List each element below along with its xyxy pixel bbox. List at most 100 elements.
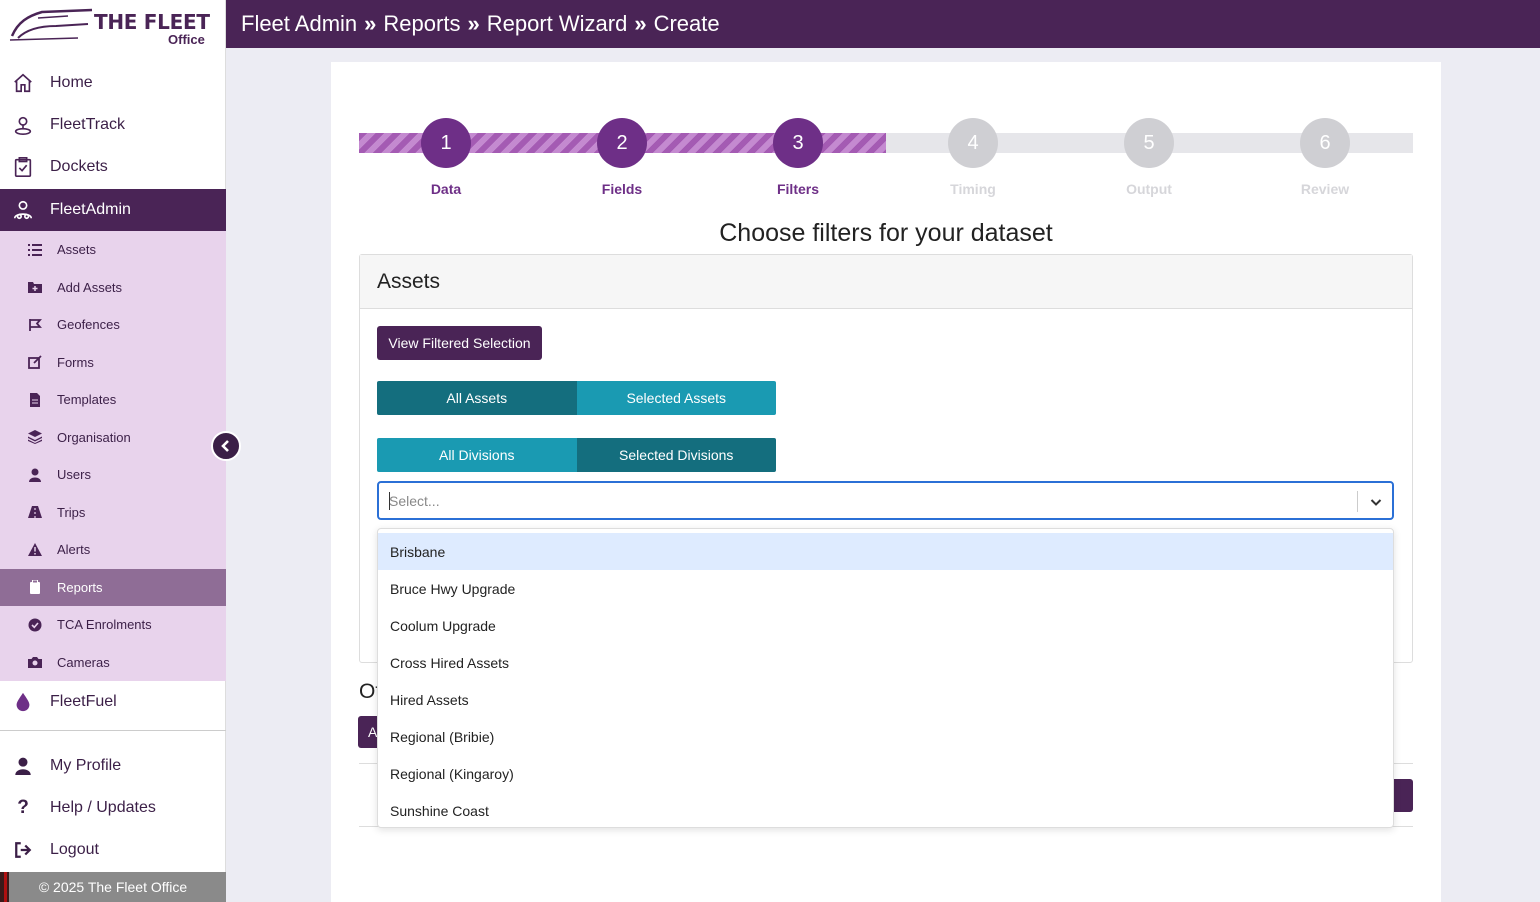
user-cog-icon <box>12 199 34 221</box>
nav-fleetfuel-label: FleetFuel <box>50 693 117 710</box>
question-icon: ? <box>17 797 29 818</box>
nav-dockets[interactable]: Dockets <box>0 146 226 188</box>
sidebar-item-reports[interactable]: Reports <box>0 568 226 606</box>
selected-assets-button[interactable]: Selected Assets <box>576 381 776 415</box>
nav-logout[interactable]: Logout <box>0 829 226 871</box>
edit-icon <box>28 355 42 370</box>
nav-home[interactable]: Home <box>0 62 226 104</box>
divisions-toggle: All Divisions Selected Divisions <box>377 438 776 472</box>
sidebar-item-label: Alerts <box>57 542 91 558</box>
nav-home-label: Home <box>50 74 93 91</box>
assets-panel-title: Assets <box>377 270 441 293</box>
sidebar-item-label: Reports <box>57 579 103 595</box>
camera-icon <box>28 655 42 669</box>
clipboard-icon <box>28 580 42 595</box>
logout-icon <box>12 839 34 861</box>
sidebar-collapse-button[interactable] <box>211 431 241 461</box>
text-caret <box>389 492 390 510</box>
copyright-text: © 2025 The Fleet Office <box>38 879 188 895</box>
folder-plus-icon <box>28 280 42 294</box>
nav-fleettrack[interactable]: FleetTrack <box>0 104 226 146</box>
sidebar-item-label: TCA Enrolments <box>57 617 152 633</box>
sidebar-item-add-assets[interactable]: Add Assets <box>0 269 226 307</box>
check-circle-icon <box>28 618 42 632</box>
fleetadmin-submenu: Assets Add Assets Geofences Forms Templa… <box>0 231 226 681</box>
logo[interactable]: THE FLEET Office <box>8 4 218 47</box>
sidebar-item-tca-enrolments[interactable]: TCA Enrolments <box>0 606 226 644</box>
sidebar: THE FLEET Office Home FleetTrack Dockets… <box>0 0 226 902</box>
chevron-left-icon <box>221 440 229 452</box>
dropdown-option[interactable]: Regional (Bribie) <box>378 718 1393 755</box>
nav-help-updates[interactable]: ? Help / Updates <box>0 787 226 829</box>
sidebar-item-geofences[interactable]: Geofences <box>0 306 226 344</box>
dropdown-option[interactable]: Regional (Kingaroy) <box>378 755 1393 792</box>
sidebar-item-trips[interactable]: Trips <box>0 494 226 532</box>
sidebar-item-users[interactable]: Users <box>0 456 226 494</box>
list-icon <box>28 243 42 257</box>
step-6-circle: 6 <box>1300 118 1350 168</box>
dropdown-option[interactable]: Hired Assets <box>378 681 1393 718</box>
all-divisions-button[interactable]: All Divisions <box>377 438 577 472</box>
view-filtered-selection-button[interactable]: View Filtered Selection <box>377 326 542 360</box>
step-4-label: Timing <box>950 181 996 197</box>
sidebar-item-label: Assets <box>57 242 97 258</box>
nav-fleetadmin-label: FleetAdmin <box>50 201 131 218</box>
divisions-dropdown-menu: Brisbane Bruce Hwy Upgrade Coolum Upgrad… <box>377 528 1394 828</box>
breadcrumb-report-wizard[interactable]: Report Wizard <box>487 11 628 37</box>
nav-logout-label: Logout <box>50 841 99 858</box>
sidebar-item-templates[interactable]: Templates <box>0 381 226 419</box>
sidebar-item-label: Trips <box>57 504 86 520</box>
breadcrumb-separator: » <box>634 11 646 36</box>
nav-fleetadmin[interactable]: FleetAdmin <box>0 189 226 231</box>
step-1-circle[interactable]: 1 <box>421 118 471 168</box>
sidebar-item-alerts[interactable]: Alerts <box>0 531 226 569</box>
step-1-label: Data <box>430 181 462 197</box>
divisions-select[interactable]: Select... <box>377 481 1394 520</box>
brand-name: THE FLEET <box>94 10 210 34</box>
step-4-circle: 4 <box>948 118 998 168</box>
flag-icon <box>28 318 42 332</box>
dropdown-option[interactable]: Coolum Upgrade <box>378 607 1393 644</box>
layers-icon <box>28 430 42 445</box>
all-assets-button[interactable]: All Assets <box>377 381 577 415</box>
step-2-label: Fields <box>601 181 643 197</box>
brand-sub: Office <box>168 32 205 47</box>
dropdown-option[interactable]: Bruce Hwy Upgrade <box>378 570 1393 607</box>
breadcrumb-reports[interactable]: Reports <box>383 11 460 37</box>
dropdown-option[interactable]: Brisbane <box>378 533 1393 570</box>
selected-divisions-button[interactable]: Selected Divisions <box>576 438 776 472</box>
step-2-circle[interactable]: 2 <box>597 118 647 168</box>
road-icon <box>28 505 42 519</box>
nav-help-updates-label: Help / Updates <box>50 799 156 816</box>
breadcrumb-fleet-admin[interactable]: Fleet Admin <box>241 11 357 37</box>
nav-my-profile[interactable]: My Profile <box>0 745 226 787</box>
sidebar-divider <box>0 730 226 731</box>
dropdown-option[interactable]: Cross Hired Assets <box>378 644 1393 681</box>
car-logo-icon <box>9 8 93 41</box>
step-3-circle[interactable]: 3 <box>773 118 823 168</box>
nav-fleetfuel[interactable]: FleetFuel <box>0 681 226 723</box>
nav-dockets-label: Dockets <box>50 158 108 175</box>
sidebar-item-label: Users <box>57 467 91 483</box>
page-title: Choose filters for your dataset <box>719 219 1053 247</box>
sidebar-item-cameras[interactable]: Cameras <box>0 644 226 682</box>
home-icon <box>12 72 34 94</box>
chevron-down-icon[interactable] <box>1365 491 1387 513</box>
nav-fleettrack-label: FleetTrack <box>50 116 125 133</box>
sidebar-item-organisation[interactable]: Organisation <box>0 419 226 457</box>
sidebar-item-label: Geofences <box>57 317 120 333</box>
sidebar-item-assets[interactable]: Assets <box>0 231 226 269</box>
nav-my-profile-label: My Profile <box>50 757 122 774</box>
sidebar-item-label: Cameras <box>57 654 110 670</box>
breadcrumb: Fleet Admin » Reports » Report Wizard » … <box>226 0 1540 48</box>
dropdown-option[interactable]: Sunshine Coast <box>378 792 1393 829</box>
sidebar-item-label: Forms <box>57 354 94 370</box>
assets-panel-header: Assets <box>360 255 1412 309</box>
sidebar-footer: © 2025 The Fleet Office <box>0 872 226 902</box>
sidebar-item-forms[interactable]: Forms <box>0 344 226 382</box>
step-3-label: Filters <box>776 181 819 197</box>
footer-edge <box>0 872 9 902</box>
warning-icon <box>28 542 42 557</box>
breadcrumb-create: Create <box>653 11 720 36</box>
sidebar-item-label: Organisation <box>57 429 131 445</box>
